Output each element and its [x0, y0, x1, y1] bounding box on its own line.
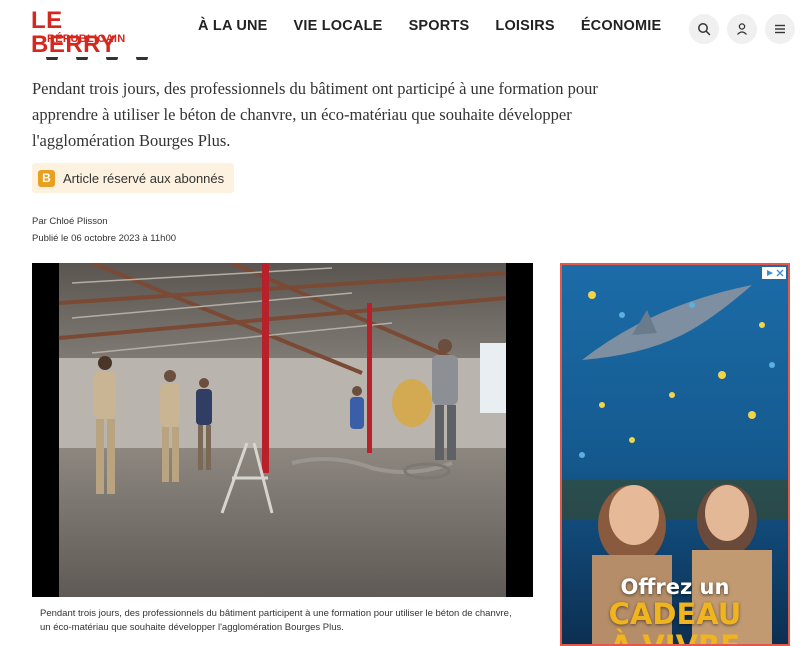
menu-icon [775, 24, 785, 34]
headline-remnant [46, 50, 176, 60]
subscriber-badge-label: Article réservé aux abonnés [63, 170, 225, 186]
search-icon [698, 23, 711, 36]
ad-headline-3: À VIVRE [609, 629, 741, 646]
author: Par Chloé Plisson [32, 216, 108, 227]
nav-item-vie-locale[interactable]: VIE LOCALE [294, 18, 383, 34]
nav-item-economie[interactable]: ÉCONOMIE [581, 18, 662, 34]
main-nav: À LA UNE VIE LOCALE SPORTS LOISIRS ÉCONO… [198, 18, 661, 34]
ad-info-icon [767, 270, 773, 276]
article-photo[interactable] [32, 263, 533, 597]
photo-image [32, 263, 533, 597]
article-chapeau: Pendant trois jours, des professionnels … [32, 79, 598, 150]
advertisement[interactable]: Offrez un CADEAU À VIVRE [560, 263, 790, 646]
ad-headline-2: CADEAU [608, 597, 742, 631]
site-header: LE BERRY RÉPUBLICAIN À LA UNE VIE LOCALE… [0, 0, 800, 57]
ad-headline-1: Offrez un [620, 575, 730, 599]
byline: Par Chloé Plisson Publié le 06 octobre 2… [32, 213, 176, 247]
search-button[interactable] [689, 14, 719, 44]
user-icon [737, 23, 747, 35]
subscriber-badge: B Article réservé aux abonnés [32, 163, 235, 193]
nav-item-loisirs[interactable]: LOISIRS [495, 18, 554, 34]
site-logo[interactable]: LE BERRY RÉPUBLICAIN [31, 9, 149, 57]
publish-date: Publié le 06 octobre 2023 à 11h00 [32, 233, 177, 244]
ad-choices[interactable] [762, 267, 786, 279]
account-button[interactable] [727, 14, 757, 44]
photo-caption: Pendant trois jours, des professionnels … [40, 608, 512, 633]
subscriber-badge-icon: B [38, 169, 55, 187]
menu-button[interactable] [765, 14, 795, 44]
nav-item-sports[interactable]: SPORTS [409, 18, 470, 34]
logo-line2: RÉPUBLICAIN [47, 33, 126, 45]
close-icon [776, 269, 784, 277]
nav-item-a-la-une[interactable]: À LA UNE [198, 18, 268, 34]
